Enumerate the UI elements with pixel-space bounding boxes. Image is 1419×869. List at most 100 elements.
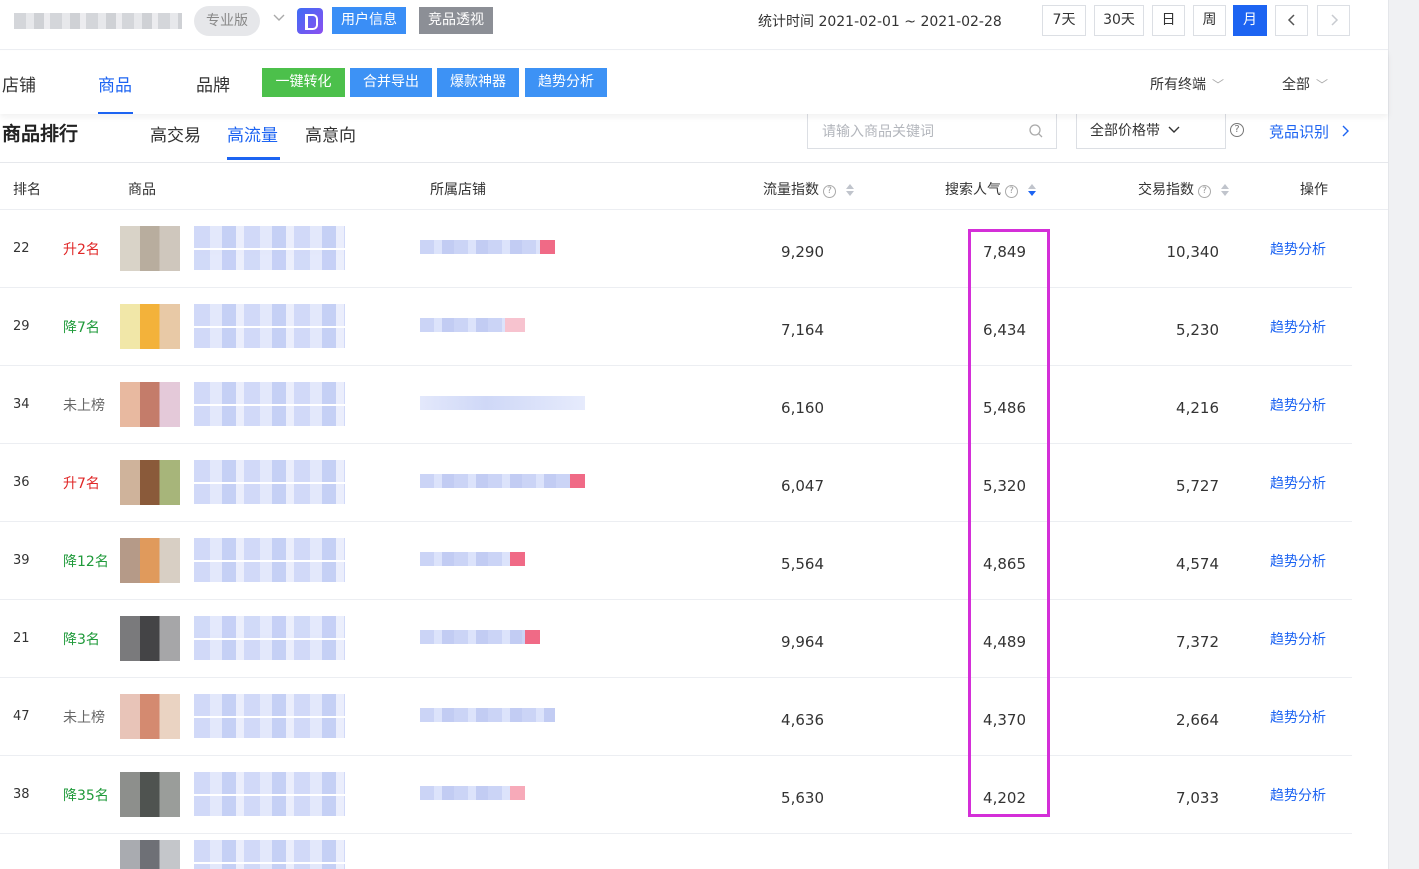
product-title-blurred[interactable] [194,538,345,582]
period-day-button[interactable]: 日 [1152,5,1185,36]
shop-name-blurred[interactable] [420,396,585,410]
product-thumbnail[interactable] [120,772,180,817]
trend-analysis-link[interactable]: 趋势分析 [1270,629,1326,649]
col-action: 操作 [1300,182,1328,198]
subtab-high-trade[interactable]: 高交易 [150,121,201,146]
rank-change: 降12名 [63,554,109,570]
help-icon[interactable]: ? [1005,185,1018,198]
active-subtab-indicator [227,157,280,160]
rank-value: 39 [13,553,30,568]
prev-period-button[interactable] [1275,5,1308,36]
tab-brand[interactable]: 品牌 [196,71,230,96]
product-title-blurred[interactable] [194,694,345,738]
product-title-blurred[interactable] [194,840,345,869]
product-title-blurred[interactable] [194,226,345,270]
period-7d-button[interactable]: 7天 [1042,5,1086,36]
terminal-filter-label: 所有终端 [1150,77,1206,93]
period-30d-button[interactable]: 30天 [1094,5,1144,36]
shop-tag-icon [505,318,525,332]
competitor-identify-label: 竞品识别 [1269,123,1330,141]
trend-analysis-link[interactable]: 趋势分析 [1270,317,1326,337]
help-icon[interactable]: ? [1198,185,1211,198]
product-search-box[interactable] [807,113,1057,149]
shop-name-blurred[interactable] [420,318,505,332]
rank-change: 降35名 [63,788,109,804]
user-info-button[interactable]: 用户信息 [332,7,406,34]
sort-icon[interactable] [846,184,854,196]
scrollbar-gutter[interactable] [1388,0,1419,869]
merge-export-button[interactable]: 合并导出 [350,68,432,97]
traffic-index-value: 9,290 [781,243,824,261]
sort-icon[interactable] [1221,184,1229,196]
trend-analysis-link[interactable]: 趋势分析 [1270,707,1326,727]
tab-shop[interactable]: 店铺 [2,71,36,96]
trend-analysis-link[interactable]: 趋势分析 [1270,473,1326,493]
product-thumbnail[interactable] [120,382,180,427]
product-thumbnail[interactable] [120,616,180,661]
one-click-convert-button[interactable]: 一键转化 [262,68,345,97]
competitor-identify-link[interactable]: 竞品识别 [1269,121,1350,142]
search-popularity-value: 4,370 [983,711,1026,729]
version-badge[interactable]: 专业版 [194,6,260,36]
product-thumbnail[interactable] [120,840,180,869]
search-popularity-value: 7,849 [983,243,1026,261]
product-thumbnail[interactable] [120,304,180,349]
trend-analysis-link[interactable]: 趋势分析 [1270,785,1326,805]
col-product: 商品 [128,182,156,198]
product-thumbnail[interactable] [120,460,180,505]
product-thumbnail[interactable] [120,226,180,271]
chevron-down-icon[interactable] [272,10,290,30]
search-input[interactable] [822,122,1022,142]
scope-filter-dropdown[interactable]: 全部 ﹀ [1282,74,1328,94]
col-search-label: 搜索人气 [945,182,1001,198]
subtab-high-intent[interactable]: 高意向 [305,121,356,146]
rank-change: 降3名 [63,632,100,648]
product-thumbnail[interactable] [120,538,180,583]
col-rank: 排名 [13,182,41,198]
product-title-blurred[interactable] [194,382,345,426]
period-week-button[interactable]: 周 [1193,5,1226,36]
rank-change: 升7名 [63,476,100,492]
traffic-index-value: 5,564 [781,555,824,573]
trend-analysis-link[interactable]: 趋势分析 [1270,395,1326,415]
period-month-button[interactable]: 月 [1233,5,1267,36]
traffic-index-value: 6,160 [781,399,824,417]
stat-time-range[interactable]: 统计时间 2021-02-01 ~ 2021-02-28 [758,11,1002,31]
competitor-view-button[interactable]: 竞品透视 [419,7,493,34]
search-popularity-value: 5,320 [983,477,1026,495]
app-logo-icon[interactable] [297,8,323,34]
shop-name-blurred[interactable] [420,786,510,800]
tab-product[interactable]: 商品 [98,71,132,96]
price-band-dropdown[interactable]: 全部价格带 [1076,113,1226,149]
trade-index-value: 10,340 [1166,243,1220,261]
help-icon[interactable]: ? [1230,123,1244,137]
col-search-popularity[interactable]: 搜索人气? [945,179,1036,199]
col-trade-index[interactable]: 交易指数? [1138,179,1229,199]
sort-desc-icon[interactable] [1028,184,1036,196]
shop-name-blurred[interactable] [420,240,540,254]
product-thumbnail[interactable] [120,694,180,739]
table-row: 34 未上榜 6,160 5,486 4,216 趋势分析 [0,366,1352,444]
search-popularity-value: 5,486 [983,399,1026,417]
trend-analysis-link[interactable]: 趋势分析 [1270,239,1326,259]
terminal-filter-dropdown[interactable]: 所有终端 ﹀ [1150,74,1224,94]
trend-analysis-button[interactable]: 趋势分析 [525,68,607,97]
product-title-blurred[interactable] [194,772,345,816]
shop-name-blurred[interactable] [420,474,570,488]
trend-analysis-link[interactable]: 趋势分析 [1270,551,1326,571]
col-traffic-index[interactable]: 流量指数? [763,179,854,199]
product-title-blurred[interactable] [194,304,345,348]
table-row: 36 升7名 6,047 5,320 5,727 趋势分析 [0,444,1352,522]
main-nav: 店铺 商品 品牌 一键转化 合并导出 爆款神器 趋势分析 所有终端 ﹀ 全部 ﹀ [0,51,1388,114]
help-icon[interactable]: ? [823,185,836,198]
shop-name-blurred[interactable] [420,630,525,644]
shop-name-blurred[interactable] [420,708,555,722]
hot-item-tool-button[interactable]: 爆款神器 [437,68,519,97]
product-title-blurred[interactable] [194,460,345,504]
table-row-partial [0,834,1352,869]
search-icon[interactable] [1028,123,1044,139]
subtab-high-traffic[interactable]: 高流量 [227,121,278,146]
product-title-blurred[interactable] [194,616,345,660]
shop-name-blurred[interactable] [420,552,510,566]
next-period-button[interactable] [1317,5,1350,36]
